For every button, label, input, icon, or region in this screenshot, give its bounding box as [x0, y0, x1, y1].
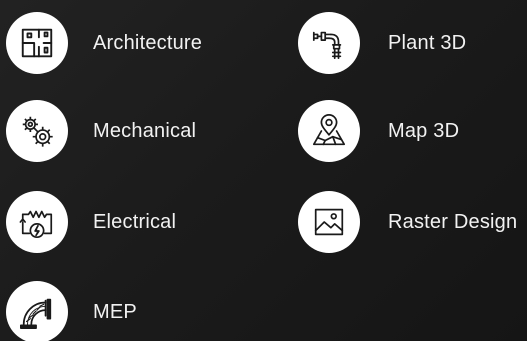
- toolset-architecture[interactable]: Architecture: [6, 12, 202, 74]
- toolset-mep[interactable]: MEP: [6, 281, 137, 341]
- toolset-electrical[interactable]: Electrical: [6, 191, 176, 253]
- mep-icon-circle[interactable]: [6, 281, 68, 341]
- plant-3d-icon-circle[interactable]: [298, 12, 360, 74]
- toolset-label: Architecture: [93, 31, 203, 54]
- mechanical-icon-circle[interactable]: [6, 100, 68, 162]
- gears-icon: [22, 116, 53, 147]
- toolset-map-3d[interactable]: Map 3D: [298, 100, 459, 162]
- valve-pipe-icon: [312, 31, 342, 60]
- electrical-icon-circle[interactable]: [6, 191, 68, 253]
- toolset-label: Map 3D: [388, 119, 460, 142]
- toolset-label: Mechanical: [93, 119, 197, 142]
- circuit-icon: [19, 210, 53, 239]
- toolset-label: Plant 3D: [388, 31, 467, 54]
- map-3d-icon-circle[interactable]: [298, 100, 360, 162]
- raster-design-icon-circle[interactable]: [298, 191, 360, 253]
- duct-elbow-icon: [19, 298, 52, 330]
- toolset-label: Raster Design: [388, 210, 518, 233]
- toolset-label: MEP: [93, 300, 137, 323]
- toolset-label: Electrical: [93, 210, 177, 233]
- floor-plan-icon: [21, 28, 53, 58]
- toolset-plant-3d[interactable]: Plant 3D: [298, 12, 466, 74]
- image-icon: [314, 208, 344, 236]
- toolset-mechanical[interactable]: Mechanical: [6, 100, 196, 162]
- map-pin-icon: [312, 114, 346, 146]
- toolset-raster-design[interactable]: Raster Design: [298, 191, 517, 253]
- architecture-icon-circle[interactable]: [6, 12, 68, 74]
